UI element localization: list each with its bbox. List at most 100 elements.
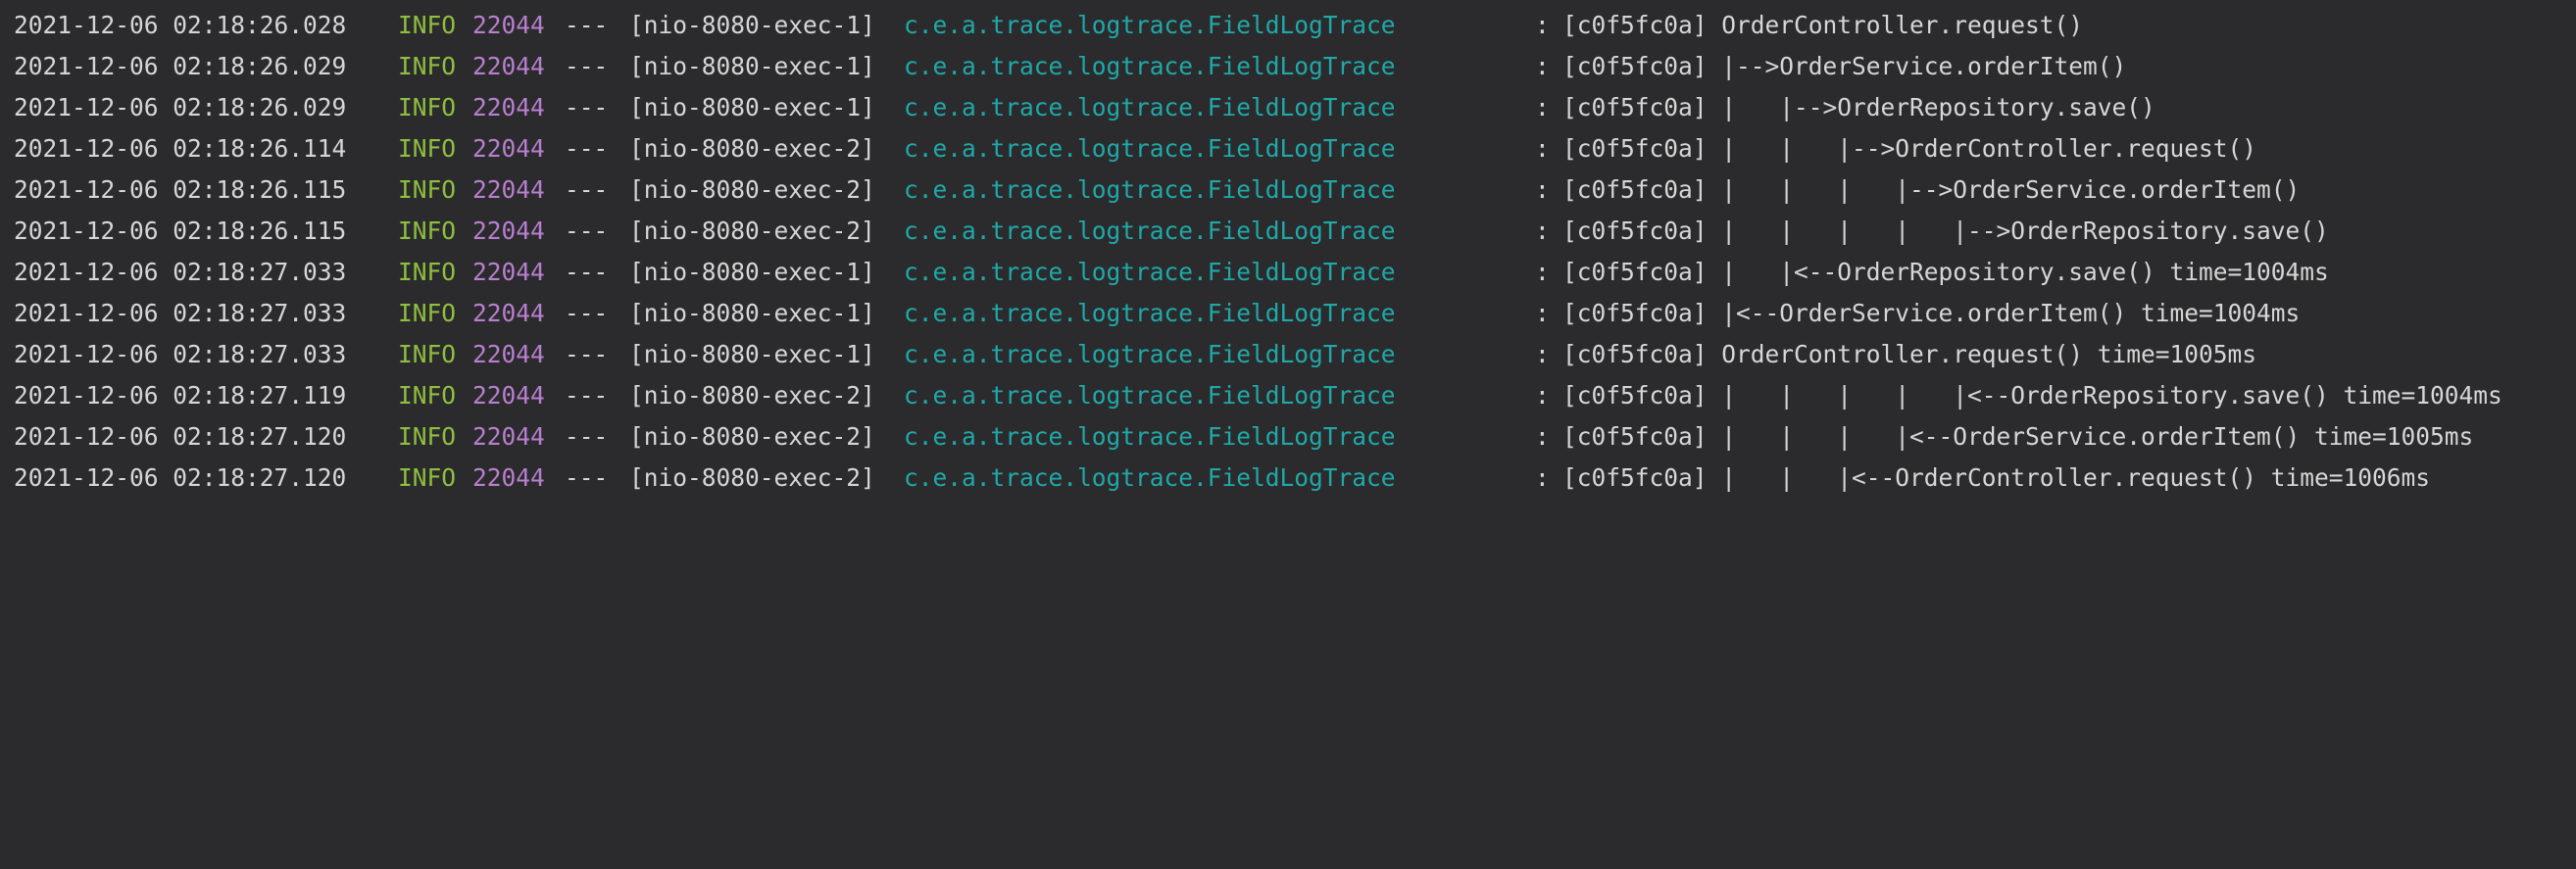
log-colon: : (1535, 258, 1550, 286)
log-colon: : (1535, 217, 1550, 245)
log-logger: c.e.a.trace.logtrace.FieldLogTrace (904, 52, 1396, 80)
log-level: INFO (398, 340, 457, 368)
log-colon: : (1535, 134, 1550, 163)
log-timestamp: 2021-12-06 02:18:26.114 (14, 134, 347, 163)
log-line: 2021-12-06 02:18:27.119 INFO 22044 --- [… (14, 375, 2576, 416)
log-logger: c.e.a.trace.logtrace.FieldLogTrace (904, 93, 1396, 121)
log-logger: c.e.a.trace.logtrace.FieldLogTrace (904, 258, 1396, 286)
log-separator: --- (565, 11, 609, 39)
log-message: [c0f5fc0a] |-->OrderService.orderItem() (1562, 52, 2127, 80)
log-separator: --- (565, 340, 609, 368)
log-timestamp: 2021-12-06 02:18:26.115 (14, 175, 347, 204)
log-logger: c.e.a.trace.logtrace.FieldLogTrace (904, 299, 1396, 327)
log-line: 2021-12-06 02:18:27.033 INFO 22044 --- [… (14, 293, 2576, 334)
console-output: 2021-12-06 02:18:26.028 INFO 22044 --- [… (0, 0, 2576, 500)
log-line: 2021-12-06 02:18:26.029 INFO 22044 --- [… (14, 46, 2576, 87)
log-colon: : (1535, 175, 1550, 204)
log-message: [c0f5fc0a] | |-->OrderRepository.save() (1562, 93, 2155, 121)
log-level: INFO (398, 258, 457, 286)
log-timestamp: 2021-12-06 02:18:27.033 (14, 340, 347, 368)
log-thread: [nio-8080-exec-1] (629, 299, 875, 327)
log-level: INFO (398, 134, 457, 163)
log-logger: c.e.a.trace.logtrace.FieldLogTrace (904, 11, 1396, 39)
log-thread: [nio-8080-exec-2] (629, 422, 875, 451)
log-logger: c.e.a.trace.logtrace.FieldLogTrace (904, 463, 1396, 492)
log-colon: : (1535, 11, 1550, 39)
log-line: 2021-12-06 02:18:27.120 INFO 22044 --- [… (14, 458, 2576, 499)
log-thread: [nio-8080-exec-2] (629, 463, 875, 492)
log-line: 2021-12-06 02:18:26.029 INFO 22044 --- [… (14, 87, 2576, 128)
log-separator: --- (565, 217, 609, 245)
log-colon: : (1535, 299, 1550, 327)
log-message: [c0f5fc0a] |<--OrderService.orderItem() … (1562, 299, 2301, 327)
log-message: [c0f5fc0a] | | |-->OrderController.reque… (1562, 134, 2257, 163)
log-level: INFO (398, 299, 457, 327)
log-timestamp: 2021-12-06 02:18:27.119 (14, 381, 347, 410)
log-pid: 22044 (472, 258, 545, 286)
log-separator: --- (565, 463, 609, 492)
log-line: 2021-12-06 02:18:27.033 INFO 22044 --- [… (14, 334, 2576, 375)
log-thread: [nio-8080-exec-1] (629, 52, 875, 80)
log-message: [c0f5fc0a] OrderController.request() (1562, 11, 2084, 39)
log-level: INFO (398, 52, 457, 80)
log-thread: [nio-8080-exec-1] (629, 258, 875, 286)
log-pid: 22044 (472, 463, 545, 492)
log-timestamp: 2021-12-06 02:18:26.115 (14, 217, 347, 245)
log-pid: 22044 (472, 134, 545, 163)
log-pid: 22044 (472, 299, 545, 327)
log-level: INFO (398, 422, 457, 451)
log-level: INFO (398, 93, 457, 121)
log-message: [c0f5fc0a] OrderController.request() tim… (1562, 340, 2257, 368)
log-logger: c.e.a.trace.logtrace.FieldLogTrace (904, 422, 1396, 451)
log-message: [c0f5fc0a] | | | | |<--OrderRepository.s… (1562, 381, 2502, 410)
log-message: [c0f5fc0a] | |<--OrderRepository.save() … (1562, 258, 2329, 286)
log-separator: --- (565, 175, 609, 204)
log-level: INFO (398, 175, 457, 204)
log-level: INFO (398, 11, 457, 39)
log-timestamp: 2021-12-06 02:18:27.120 (14, 463, 347, 492)
log-line: 2021-12-06 02:18:27.033 INFO 22044 --- [… (14, 252, 2576, 293)
log-separator: --- (565, 134, 609, 163)
log-line: 2021-12-06 02:18:27.120 INFO 22044 --- [… (14, 416, 2576, 458)
log-pid: 22044 (472, 11, 545, 39)
log-message: [c0f5fc0a] | | | |<--OrderService.orderI… (1562, 422, 2474, 451)
log-colon: : (1535, 381, 1550, 410)
log-colon: : (1535, 463, 1550, 492)
log-pid: 22044 (472, 52, 545, 80)
log-message: [c0f5fc0a] | | | |-->OrderService.orderI… (1562, 175, 2301, 204)
log-thread: [nio-8080-exec-1] (629, 11, 875, 39)
log-thread: [nio-8080-exec-2] (629, 217, 875, 245)
log-line: 2021-12-06 02:18:26.114 INFO 22044 --- [… (14, 128, 2576, 169)
log-thread: [nio-8080-exec-2] (629, 134, 875, 163)
log-thread: [nio-8080-exec-1] (629, 93, 875, 121)
log-message: [c0f5fc0a] | | |<--OrderController.reque… (1562, 463, 2431, 492)
log-separator: --- (565, 299, 609, 327)
log-pid: 22044 (472, 217, 545, 245)
log-colon: : (1535, 52, 1550, 80)
log-separator: --- (565, 52, 609, 80)
log-logger: c.e.a.trace.logtrace.FieldLogTrace (904, 134, 1396, 163)
log-colon: : (1535, 93, 1550, 121)
log-logger: c.e.a.trace.logtrace.FieldLogTrace (904, 175, 1396, 204)
log-level: INFO (398, 381, 457, 410)
log-logger: c.e.a.trace.logtrace.FieldLogTrace (904, 381, 1396, 410)
log-line: 2021-12-06 02:18:26.115 INFO 22044 --- [… (14, 211, 2576, 252)
log-pid: 22044 (472, 175, 545, 204)
log-timestamp: 2021-12-06 02:18:27.120 (14, 422, 347, 451)
log-separator: --- (565, 422, 609, 451)
log-timestamp: 2021-12-06 02:18:26.028 (14, 11, 347, 39)
log-pid: 22044 (472, 93, 545, 121)
log-message: [c0f5fc0a] | | | | |-->OrderRepository.s… (1562, 217, 2329, 245)
log-timestamp: 2021-12-06 02:18:27.033 (14, 258, 347, 286)
log-colon: : (1535, 340, 1550, 368)
log-line: 2021-12-06 02:18:26.028 INFO 22044 --- [… (14, 5, 2576, 46)
log-logger: c.e.a.trace.logtrace.FieldLogTrace (904, 340, 1396, 368)
log-line: 2021-12-06 02:18:26.115 INFO 22044 --- [… (14, 169, 2576, 211)
log-thread: [nio-8080-exec-2] (629, 381, 875, 410)
log-separator: --- (565, 381, 609, 410)
log-timestamp: 2021-12-06 02:18:26.029 (14, 93, 347, 121)
log-pid: 22044 (472, 381, 545, 410)
log-colon: : (1535, 422, 1550, 451)
log-pid: 22044 (472, 422, 545, 451)
log-pid: 22044 (472, 340, 545, 368)
